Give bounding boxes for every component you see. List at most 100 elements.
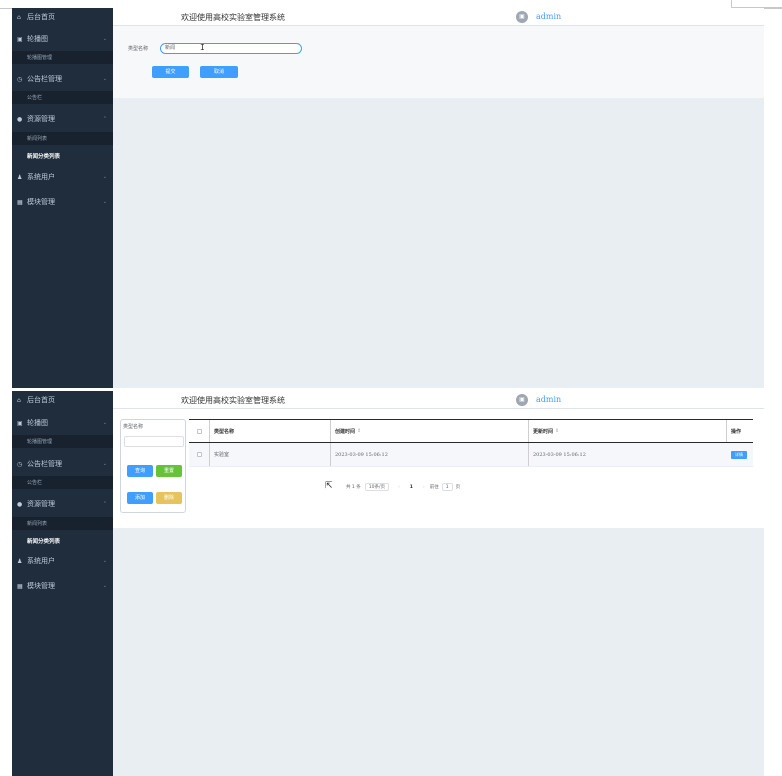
current-page[interactable]: 1 — [410, 485, 413, 490]
sidebar: ⌂ 后台首页 ▣ 轮播图 ⌄ 轮播图管理 ◷ 公告栏管理 ⌄ 公告栏 ● 资源管… — [12, 8, 113, 388]
pagination-total: 共 1 条 — [346, 485, 361, 490]
sort-icon[interactable]: ⇕ — [555, 428, 559, 434]
avatar-icon[interactable]: ▣ — [516, 394, 528, 406]
sort-icon[interactable]: ⇕ — [357, 428, 361, 434]
sidebar-item-label: 公告栏管理 — [27, 75, 62, 83]
goto-label: 前往 — [429, 485, 439, 490]
sidebar-sub-notice[interactable]: 公告栏 — [12, 476, 113, 489]
sidebar-sub-news-category[interactable]: 新闻分类列表 — [12, 534, 113, 547]
table-header-row: 类型名称 创建时间 ⇕ 更新时间 ⇕ 操作 — [189, 419, 753, 443]
col-label: 类型名称 — [214, 428, 235, 435]
avatar-icon[interactable]: ▣ — [516, 11, 528, 23]
delete-button[interactable]: 删除 — [156, 492, 182, 504]
sidebar-item-label: 资源管理 — [27, 115, 55, 123]
sidebar-item-module[interactable]: ▦ 模块管理 ⌄ — [12, 193, 113, 211]
sidebar-item-notice[interactable]: ◷ 公告栏管理 ⌄ — [12, 70, 113, 88]
sidebar-item-label: 后台首页 — [27, 396, 55, 404]
sidebar-sub-notice[interactable]: 公告栏 — [12, 91, 113, 104]
next-page-icon[interactable]: › — [423, 485, 425, 490]
cell-created: 2023-03-09 15:06:12 — [330, 443, 528, 466]
goto-input[interactable]: 1 — [441, 483, 453, 491]
sidebar-sub-label: 新闻列表 — [27, 521, 48, 527]
top-header: 欢迎使用高校实验室管理系统 ▣ admin — [113, 391, 764, 409]
sidebar-sub-label: 新闻分类列表 — [27, 153, 61, 160]
sidebar-item-notice[interactable]: ◷ 公告栏管理 ⌄ — [12, 455, 113, 473]
user-icon: ♟ — [17, 557, 23, 565]
edit-form-panel — [113, 26, 764, 98]
sidebar-item-resource[interactable]: ● 资源管理 ⌃ — [12, 110, 113, 128]
chevron-icon: ⌄ — [102, 76, 107, 82]
table-row: 实验室 2023-03-09 15:06:12 2023-03-09 15:06… — [189, 443, 753, 467]
sidebar-sub-label: 新闻分类列表 — [27, 538, 61, 545]
chevron-icon: ⌃ — [102, 501, 107, 507]
chevron-icon: ⌄ — [102, 558, 107, 564]
header-title: 欢迎使用高校实验室管理系统 — [181, 396, 285, 405]
sidebar-sub-news-category[interactable]: 新闻分类列表 — [12, 149, 113, 162]
sidebar-sub-label: 公告栏 — [27, 95, 43, 101]
cancel-button[interactable]: 取消 — [200, 66, 238, 78]
row-checkbox[interactable] — [196, 452, 202, 457]
col-label: 操作 — [731, 428, 742, 435]
submit-button[interactable]: 提交 — [152, 66, 189, 78]
type-name-label: 类型名称 — [128, 46, 149, 52]
search-input[interactable] — [124, 436, 184, 447]
sidebar-item-carousel[interactable]: ▣ 轮播图 ⌄ — [12, 414, 113, 432]
page-size-select[interactable]: 10条/页 — [364, 483, 389, 491]
sidebar-item-sys-user[interactable]: ♟ 系统用户 ⌄ — [12, 552, 113, 570]
cell-action: 详情 — [726, 443, 753, 466]
sidebar-item-resource[interactable]: ● 资源管理 ⌃ — [12, 495, 113, 513]
chevron-icon: ⌄ — [102, 174, 107, 180]
sidebar-sub-label: 轮播图管理 — [27, 439, 53, 445]
col-action: 操作 — [726, 420, 753, 442]
sidebar-item-home[interactable]: ⌂ 后台首页 — [12, 8, 113, 26]
prev-page-icon[interactable]: ‹ — [398, 485, 400, 490]
query-button[interactable]: 查询 — [127, 465, 153, 477]
sidebar-sub-carousel-manage[interactable]: 轮播图管理 — [12, 51, 113, 64]
image-icon: ▣ — [17, 35, 23, 43]
grid-icon: ▦ — [17, 198, 23, 206]
sidebar-item-label: 模块管理 — [27, 582, 55, 590]
sidebar-sub-label: 轮播图管理 — [27, 55, 53, 61]
clock-icon: ◷ — [17, 460, 23, 468]
col-created[interactable]: 创建时间 ⇕ — [330, 420, 528, 442]
sidebar-sub-label: 公告栏 — [27, 480, 43, 486]
col-updated[interactable]: 更新时间 ⇕ — [528, 420, 726, 442]
sidebar-sub-carousel-manage[interactable]: 轮播图管理 — [12, 435, 113, 448]
sidebar-item-label: 轮播图 — [27, 419, 48, 427]
top-header: 欢迎使用高校实验室管理系统 ▣ admin — [113, 8, 764, 26]
header-title: 欢迎使用高校实验室管理系统 — [181, 13, 285, 22]
user-icon: ♟ — [17, 173, 23, 181]
text-cursor-icon: I — [200, 43, 205, 52]
sidebar-item-label: 模块管理 — [27, 198, 55, 206]
user-name[interactable]: admin — [536, 395, 561, 404]
select-all-checkbox[interactable] — [196, 428, 202, 434]
sidebar-item-carousel[interactable]: ▣ 轮播图 ⌄ — [12, 30, 113, 48]
sidebar-item-module[interactable]: ▦ 模块管理 ⌄ — [12, 577, 113, 595]
type-name-input[interactable]: 新闻 — [160, 43, 302, 54]
sidebar-sub-news-list[interactable]: 新闻列表 — [12, 517, 113, 530]
col-type-name[interactable]: 类型名称 — [209, 420, 330, 442]
sidebar-item-sys-user[interactable]: ♟ 系统用户 ⌄ — [12, 168, 113, 186]
list-panel: 类型名称 查询 重置 添加 删除 类型名称 创建时间 ⇕ 更新时间 ⇕ 操作 实… — [113, 409, 764, 528]
reset-button[interactable]: 重置 — [156, 465, 182, 477]
mouse-cursor-icon: ⇱ — [325, 481, 333, 491]
sidebar-sub-news-list[interactable]: 新闻列表 — [12, 132, 113, 145]
sidebar-item-home[interactable]: ⌂ 后台首页 — [12, 391, 113, 409]
image-icon: ▣ — [17, 419, 23, 427]
clock-icon: ◷ — [17, 75, 23, 83]
chevron-icon: ⌄ — [102, 461, 107, 467]
search-label: 类型名称 — [123, 424, 144, 430]
list-screen: ⌂ 后台首页 ▣ 轮播图 ⌄ 轮播图管理 ◷ 公告栏管理 ⌄ 公告栏 ● 资源管… — [12, 391, 764, 776]
sidebar: ⌂ 后台首页 ▣ 轮播图 ⌄ 轮播图管理 ◷ 公告栏管理 ⌄ 公告栏 ● 资源管… — [12, 391, 113, 776]
sidebar-sub-label: 新闻列表 — [27, 136, 48, 142]
detail-button[interactable]: 详情 — [731, 450, 747, 459]
location-icon: ● — [17, 500, 23, 508]
user-name[interactable]: admin — [536, 12, 561, 21]
chevron-icon: ⌃ — [102, 116, 107, 122]
home-icon: ⌂ — [17, 13, 21, 21]
chevron-icon: ⌄ — [102, 36, 107, 42]
sidebar-item-label: 系统用户 — [27, 557, 55, 565]
cell-type-name: 实验室 — [209, 443, 330, 466]
cell-updated: 2023-03-09 15:06:12 — [528, 443, 726, 466]
add-button[interactable]: 添加 — [127, 492, 153, 504]
